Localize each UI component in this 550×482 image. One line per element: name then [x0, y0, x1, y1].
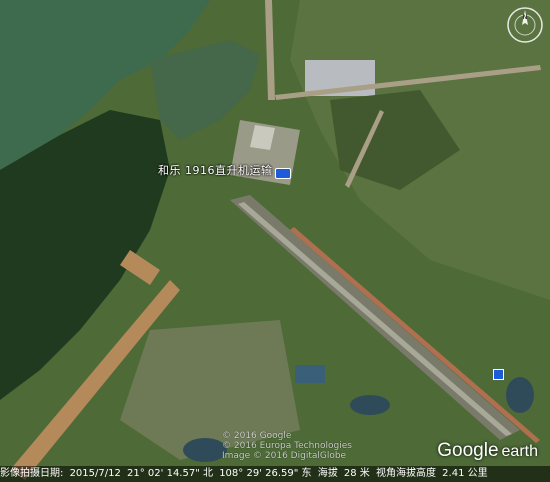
poi-marker-icon[interactable]	[493, 369, 504, 380]
imagery-date-value: 2015/7/12	[69, 468, 121, 479]
google-earth-logo: Google earth	[437, 440, 538, 462]
status-bar: 影像拍摄日期: 2015/7/12 21° 02' 14.57" 北 108° …	[0, 466, 550, 482]
eye-altitude-value: 2.41 公里	[442, 468, 488, 479]
placemark-label: 和乐 1916直升机运输	[158, 163, 273, 177]
pond	[350, 395, 390, 415]
copyright-line: © 2016 Europa Technologies	[222, 441, 352, 451]
elevation-value: 28 米	[343, 468, 370, 479]
compass-icon[interactable]: N	[506, 6, 544, 44]
eye-altitude-label: 视角海拔高度	[375, 468, 436, 479]
compass-north-label: N	[523, 14, 528, 21]
placemark-pin-icon[interactable]	[274, 168, 291, 179]
longitude: 108° 29' 26.59" 东	[219, 468, 312, 479]
pond	[506, 377, 534, 413]
pond	[183, 438, 227, 462]
pond	[295, 365, 325, 383]
latitude: 21° 02' 14.57" 北	[127, 468, 213, 479]
satellite-imagery	[0, 0, 550, 482]
logo-word-google: Google	[437, 440, 499, 461]
imagery-copyright: © 2016 Google © 2016 Europa Technologies…	[222, 431, 352, 461]
copyright-line: © 2016 Google	[222, 431, 292, 441]
logo-word-earth: earth	[501, 443, 538, 460]
airport-placemark[interactable]: 和乐 1916直升机运输	[158, 160, 291, 179]
imagery-date-label: 影像拍摄日期:	[0, 468, 64, 479]
satellite-map-view[interactable]: N 和乐 1916直升机运输 © 2016 Google © 2016 Euro…	[0, 0, 550, 482]
copyright-line: Image © 2016 DigitalGlobe	[222, 451, 347, 461]
elevation-label: 海拔	[317, 468, 338, 479]
